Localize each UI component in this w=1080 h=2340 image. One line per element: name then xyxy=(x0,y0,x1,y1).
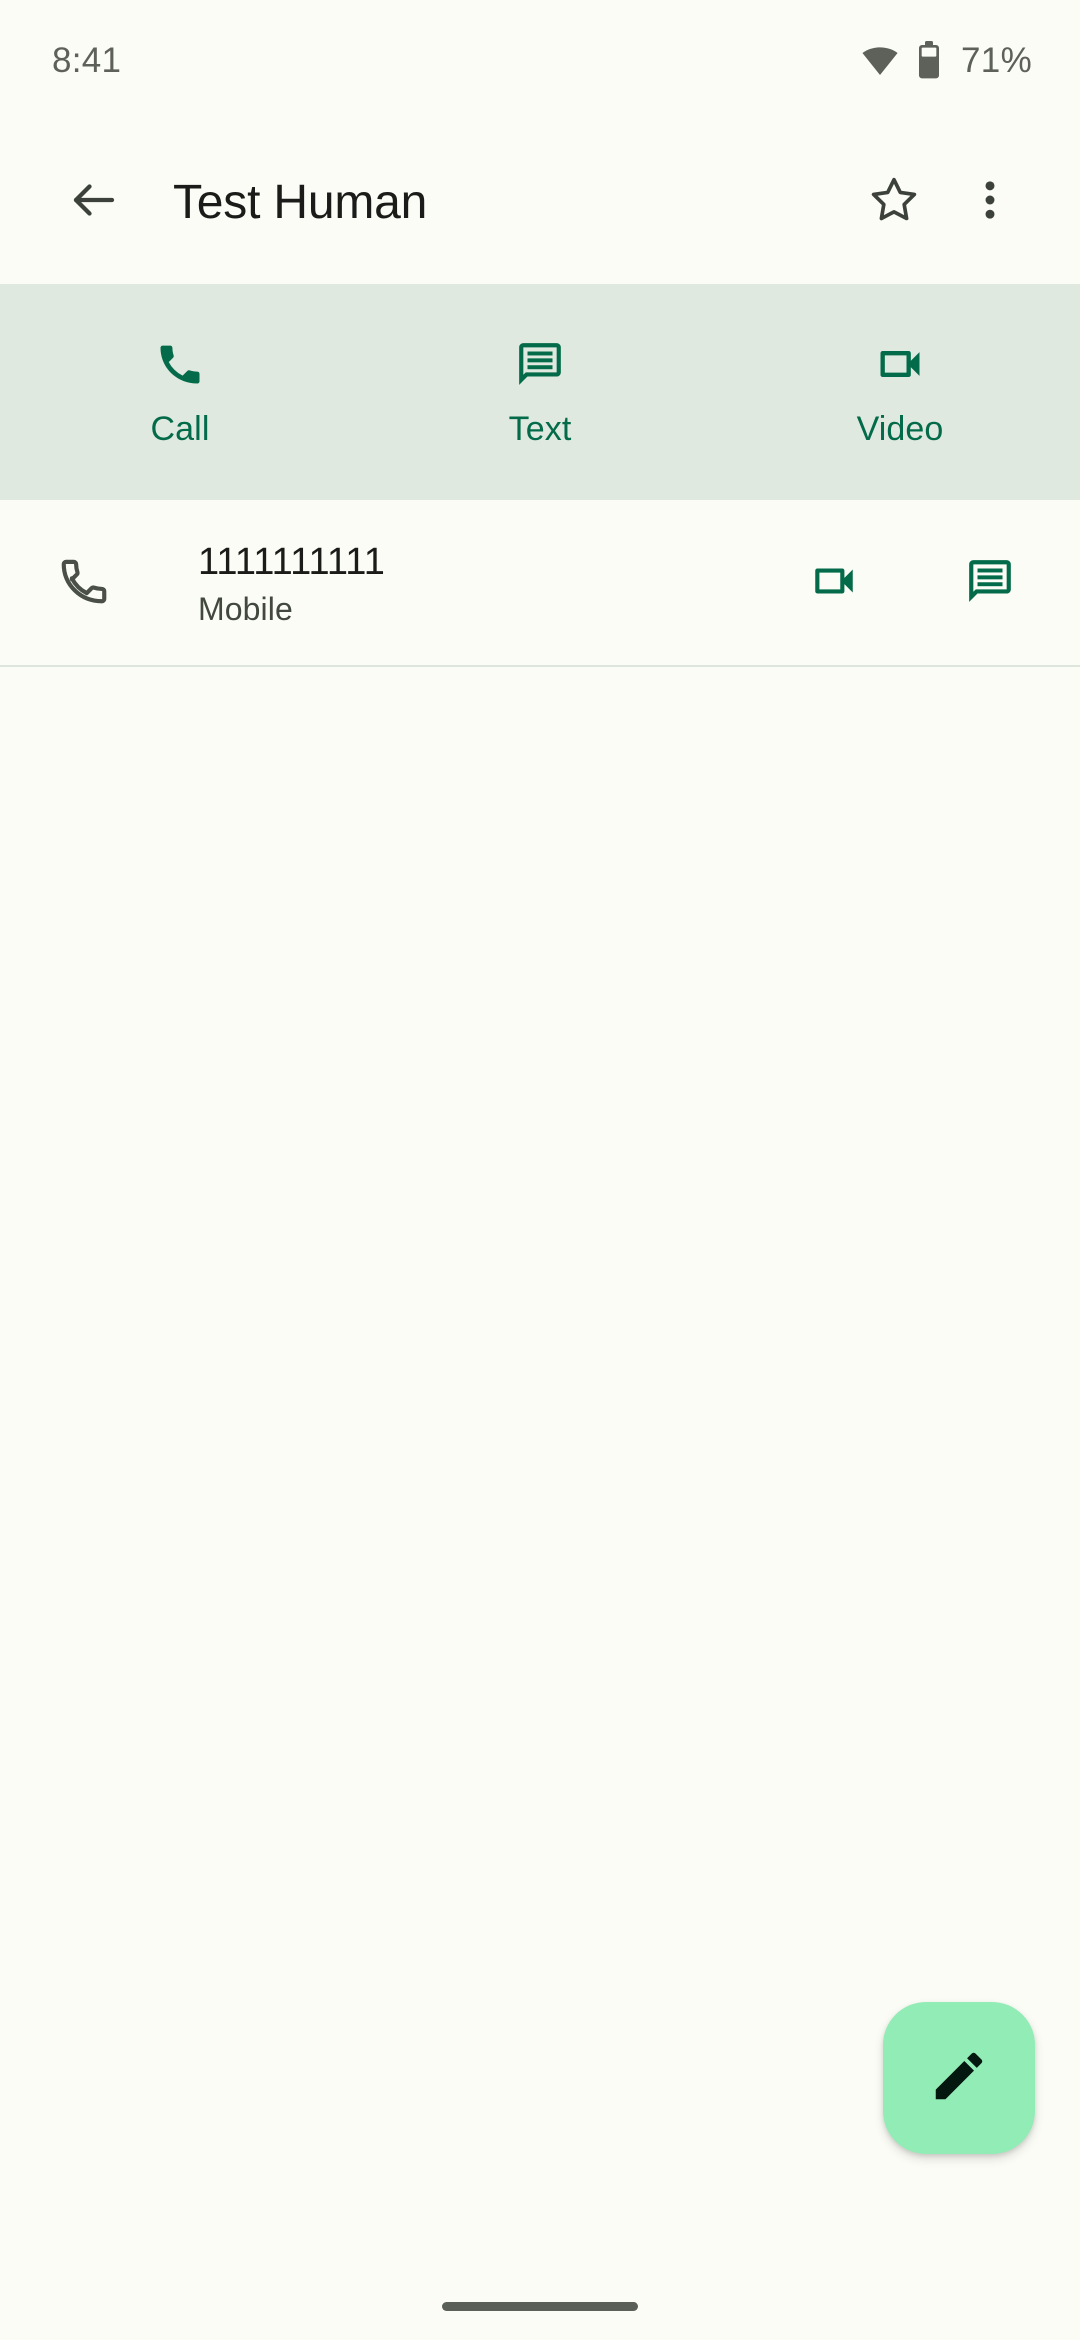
back-button[interactable] xyxy=(46,154,142,250)
quick-action-video[interactable]: Video xyxy=(720,284,1080,500)
quick-action-call-label: Call xyxy=(150,410,210,448)
quick-action-bar: Call Text Video xyxy=(0,284,1080,500)
phone-entry-lead-icon-wrap xyxy=(46,554,122,613)
contact-detail-content xyxy=(0,667,1080,2272)
videocam-icon xyxy=(874,338,926,390)
row-video-call-button[interactable] xyxy=(798,548,870,620)
status-bar-clock: 8:41 xyxy=(52,40,122,80)
row-send-message-button[interactable] xyxy=(954,548,1026,620)
quick-action-text-label: Text xyxy=(508,410,572,448)
contact-detail-screen: 8:41 71% Test Human Call Text Video 1111… xyxy=(0,0,1080,2340)
star-outline-icon xyxy=(868,174,920,231)
status-bar: 8:41 71% xyxy=(0,0,1080,120)
battery-icon xyxy=(916,40,942,80)
favorite-button[interactable] xyxy=(846,154,942,250)
phone-entry-row[interactable]: 1111111111 Mobile xyxy=(0,500,1080,667)
message-icon xyxy=(515,338,565,390)
phone-entry-actions xyxy=(798,548,1026,620)
pencil-edit-icon xyxy=(928,2045,990,2112)
app-bar: Test Human xyxy=(0,120,1080,284)
gesture-nav-pill[interactable] xyxy=(442,2301,638,2311)
system-navigation-bar xyxy=(0,2272,1080,2340)
phone-type-label: Mobile xyxy=(198,590,293,627)
quick-action-text[interactable]: Text xyxy=(360,284,720,500)
more-vert-icon xyxy=(965,175,1015,230)
page-title: Test Human xyxy=(173,175,428,229)
phone-number: 1111111111 xyxy=(198,540,385,583)
back-arrow-icon xyxy=(67,173,121,232)
overflow-menu-button[interactable] xyxy=(942,154,1038,250)
message-icon xyxy=(965,556,1015,611)
phone-icon xyxy=(57,554,111,613)
battery-percent-label: 71% xyxy=(961,40,1032,80)
quick-action-call[interactable]: Call xyxy=(0,284,360,500)
phone-icon xyxy=(154,338,206,390)
status-bar-indicators: 71% xyxy=(861,40,1032,80)
quick-action-video-label: Video xyxy=(856,410,944,448)
edit-contact-fab[interactable] xyxy=(883,2002,1035,2154)
phone-entry-text: 1111111111 Mobile xyxy=(198,543,798,625)
wifi-icon xyxy=(861,41,899,79)
videocam-icon xyxy=(809,556,859,611)
